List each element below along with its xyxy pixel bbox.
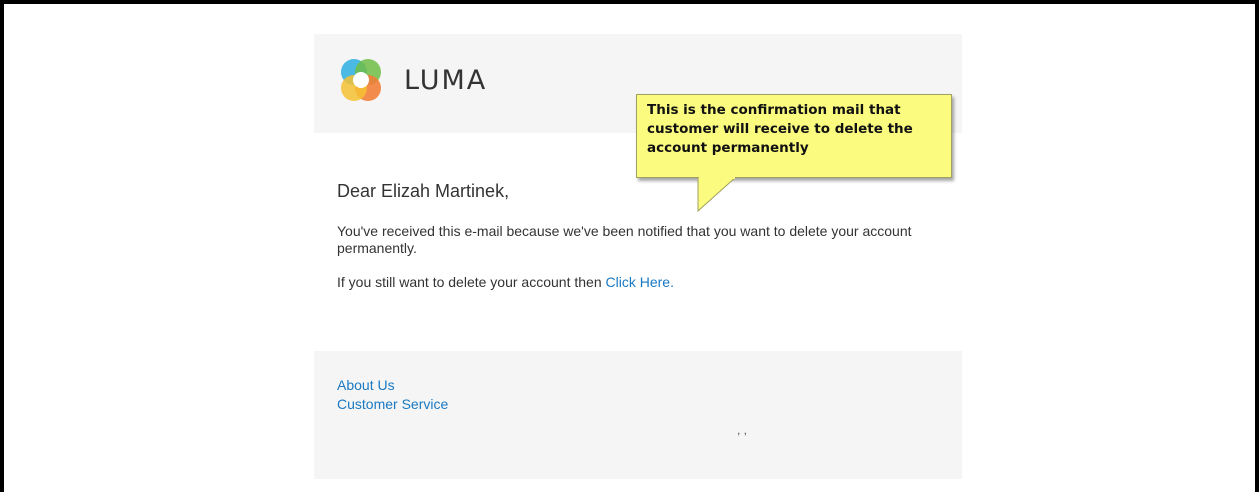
delete-instruction: If you still want to delete your account…	[337, 274, 674, 290]
email-footer: About Us Customer Service , ,	[314, 351, 962, 479]
luma-logo-icon	[341, 59, 381, 101]
greeting: Dear Elizah Martinek,	[337, 181, 510, 201]
footer-address: , ,	[737, 423, 748, 437]
customer-service-link[interactable]: Customer Service	[337, 396, 448, 412]
click-here-link[interactable]: Click Here.	[606, 274, 674, 290]
annotation-callout: This is the confirmation mail that custo…	[636, 94, 952, 178]
callout-pointer	[697, 177, 737, 213]
delete-instruction-text: If you still want to delete your account…	[337, 274, 606, 290]
brand-name: LUMA	[404, 65, 488, 96]
notice-paragraph: You've received this e-mail because we'v…	[337, 223, 912, 256]
screenshot-frame: LUMA Dear Elizah Martinek, You've receiv…	[0, 0, 1259, 492]
about-us-link[interactable]: About Us	[337, 377, 395, 393]
